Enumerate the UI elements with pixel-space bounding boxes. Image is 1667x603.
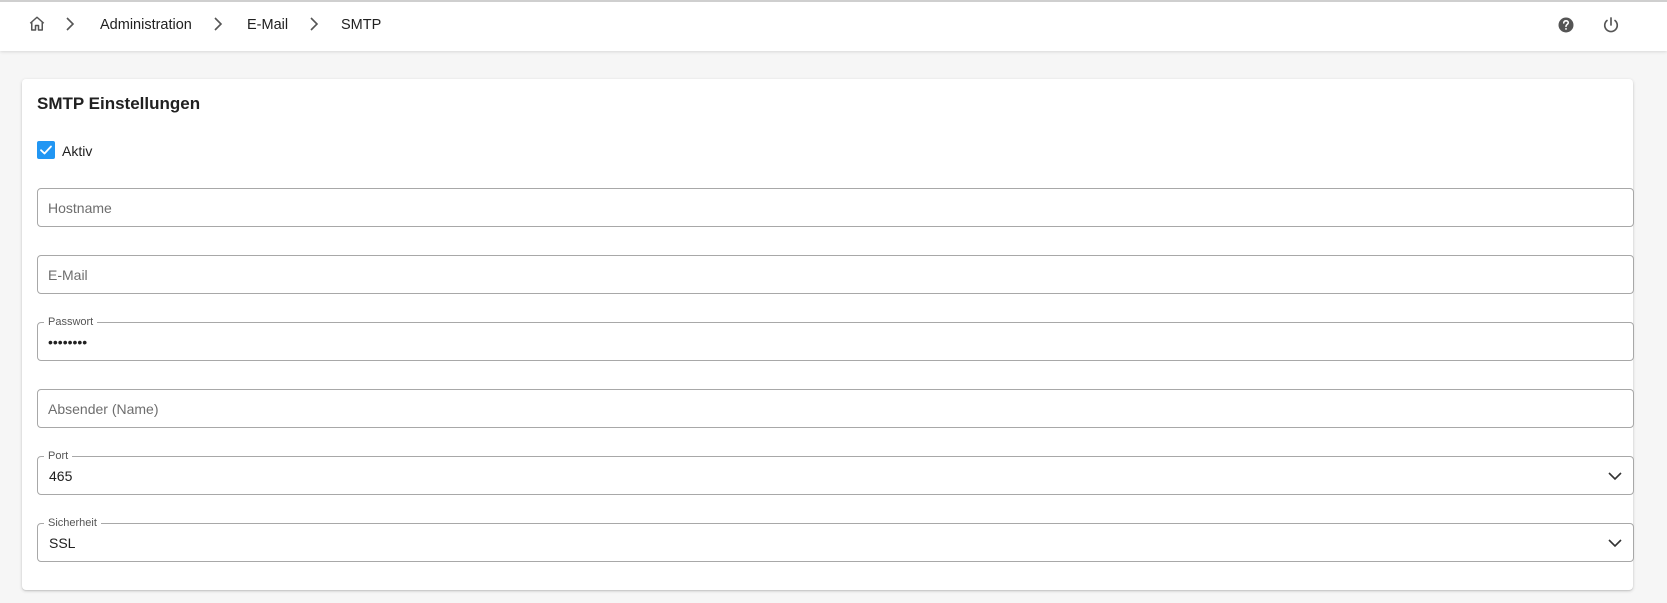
security-value: SSL [49, 535, 76, 551]
email-input[interactable] [48, 256, 1618, 293]
port-select[interactable]: Port 465 [37, 449, 1634, 495]
top-bar: Administration E-Mail SMTP [0, 0, 1667, 51]
hostname-input[interactable] [48, 189, 1618, 226]
breadcrumb-email[interactable]: E-Mail [247, 16, 288, 34]
chevron-right-icon [66, 17, 75, 31]
chevron-right-icon [310, 17, 319, 31]
port-label: Port [44, 449, 73, 463]
help-icon[interactable] [1556, 15, 1576, 35]
chevron-down-icon[interactable] [1607, 536, 1623, 550]
home-icon[interactable] [28, 15, 46, 33]
breadcrumb-administration[interactable]: Administration [100, 16, 192, 34]
sender-name-input[interactable] [48, 390, 1618, 427]
active-checkbox-label: Aktiv [62, 143, 93, 159]
active-checkbox[interactable] [37, 141, 55, 159]
power-icon[interactable] [1601, 15, 1621, 35]
port-value: 465 [49, 468, 73, 484]
chevron-down-icon[interactable] [1607, 469, 1623, 483]
sender-name-field[interactable] [37, 389, 1634, 428]
security-label: Sicherheit [44, 516, 101, 530]
check-icon [40, 145, 52, 155]
password-field[interactable]: Passwort [37, 315, 1634, 361]
password-input[interactable] [48, 323, 1618, 360]
security-select[interactable]: Sicherheit SSL [37, 516, 1634, 562]
smtp-settings-card: SMTP Einstellungen Aktiv Passwort Port 4… [22, 79, 1634, 590]
card-title: SMTP Einstellungen [37, 94, 201, 113]
email-field[interactable] [37, 255, 1634, 294]
breadcrumb-smtp: SMTP [341, 17, 382, 33]
hostname-field[interactable] [37, 188, 1634, 227]
chevron-right-icon [214, 17, 223, 31]
